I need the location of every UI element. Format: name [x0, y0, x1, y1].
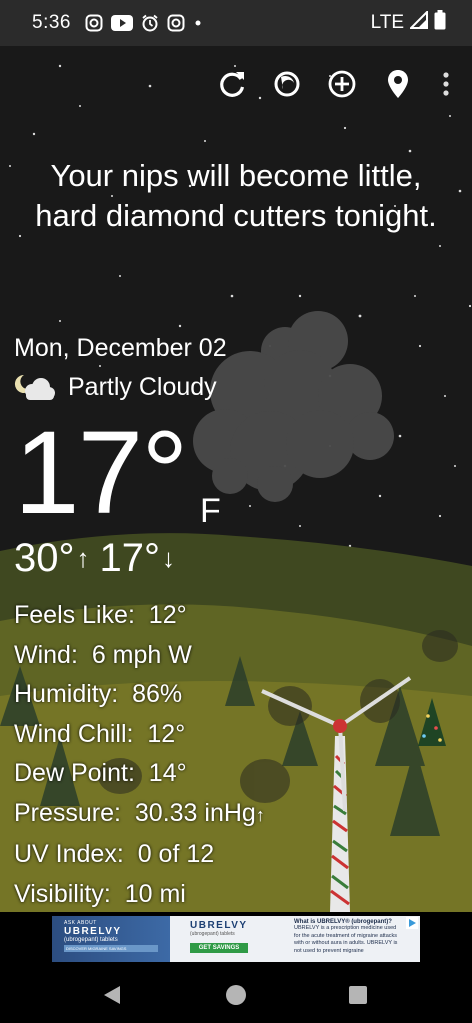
ad-subbrand: (ubrogepant) tablets [64, 937, 118, 943]
high-temp: 30° [14, 536, 75, 580]
ad-left-panel: ASK ABOUT UBRELVY (ubrogepant) tablets D… [52, 916, 170, 962]
ad-subbrand-2: (ubrogepant) tablets [190, 931, 235, 937]
detail-pressure: Pressure: 30.33 inHg↑ [14, 798, 265, 827]
location-pin-icon [388, 70, 408, 98]
youtube-icon [110, 15, 133, 31]
current-temperature: 17° [14, 407, 188, 539]
back-button[interactable] [102, 984, 122, 1011]
pressure-rising-icon: ↑ [255, 804, 265, 825]
ad-cta-button[interactable]: GET SAVINGS [190, 943, 248, 953]
signal-icon [408, 9, 428, 35]
weather-toggle-icon [274, 71, 300, 97]
location-button[interactable] [378, 64, 418, 104]
status-time: 5:36 [32, 12, 71, 33]
more-options-button[interactable] [428, 64, 464, 104]
detail-wind-chill: Wind Chill: 12° [14, 719, 186, 748]
more-vert-icon [443, 72, 449, 96]
arrow-down-icon: ↓ [162, 543, 175, 573]
back-icon [104, 986, 120, 1004]
ad-banner[interactable]: ASK ABOUT UBRELVY (ubrogepant) tablets D… [52, 916, 420, 962]
low-temp: 17° [99, 536, 161, 580]
network-type: LTE [370, 12, 404, 33]
toolbar [0, 64, 472, 104]
detail-dew-point: Dew Point: 14° [14, 759, 187, 787]
temperature-unit: F [200, 492, 221, 530]
ad-brand-2: UBRELVY [190, 920, 248, 931]
detail-visibility: Visibility: 10 mi [14, 879, 186, 908]
alarm-icon [141, 14, 159, 32]
weather-details: Feels Like: 12° Wind: 6 mph W Humidity: … [14, 596, 265, 912]
ad-copy-body: UBRELVY is a prescription medicine used … [294, 925, 398, 954]
weather-toggle-button[interactable] [267, 64, 307, 104]
recents-icon [349, 986, 367, 1004]
recents-button[interactable] [349, 986, 367, 1009]
add-location-icon [328, 70, 356, 98]
instagram-icon [85, 14, 103, 32]
home-icon [226, 985, 246, 1005]
notification-icons [85, 14, 203, 32]
high-low: 30° ↑ 17° ↓ [14, 536, 185, 581]
forecast-date: Mon, December 02 [14, 334, 227, 362]
weather-scene: Your nips will become little, hard diamo… [0, 46, 472, 912]
instagram-icon [167, 14, 185, 32]
status-bar: 5:36 LTE [0, 0, 472, 46]
refresh-icon [220, 72, 245, 97]
partly-cloudy-night-icon [14, 374, 55, 400]
detail-uv-index: UV Index: 0 of 12 [14, 840, 215, 868]
weather-message: Your nips will become little, hard diamo… [35, 158, 437, 233]
dot-icon [193, 14, 203, 32]
detail-humidity: Humidity: 86% [14, 680, 183, 708]
home-button[interactable] [225, 984, 247, 1011]
arrow-up-icon: ↑ [76, 543, 90, 573]
navigation-bar [0, 968, 472, 1023]
add-location-button[interactable] [322, 64, 362, 104]
ad-banner-area: ASK ABOUT UBRELVY (ubrogepant) tablets D… [0, 912, 472, 968]
detail-wind: Wind: 6 mph W [14, 640, 192, 669]
ad-brand: UBRELVY [64, 926, 122, 937]
ad-middle-panel: UBRELVY (ubrogepant) tablets GET SAVINGS [170, 916, 290, 962]
condition-text: Partly Cloudy [68, 372, 217, 401]
ad-cta-small: DISCOVER MIGRAINE SAVINGS [64, 945, 158, 952]
ad-copy: What is UBRELVY® (ubrogepant)? UBRELVY i… [290, 916, 420, 962]
condition: Partly Cloudy [14, 372, 217, 402]
refresh-button[interactable] [212, 64, 252, 104]
battery-icon [434, 10, 446, 36]
ad-choices-icon[interactable] [406, 916, 418, 934]
detail-feels-like: Feels Like: 12° [14, 601, 187, 629]
